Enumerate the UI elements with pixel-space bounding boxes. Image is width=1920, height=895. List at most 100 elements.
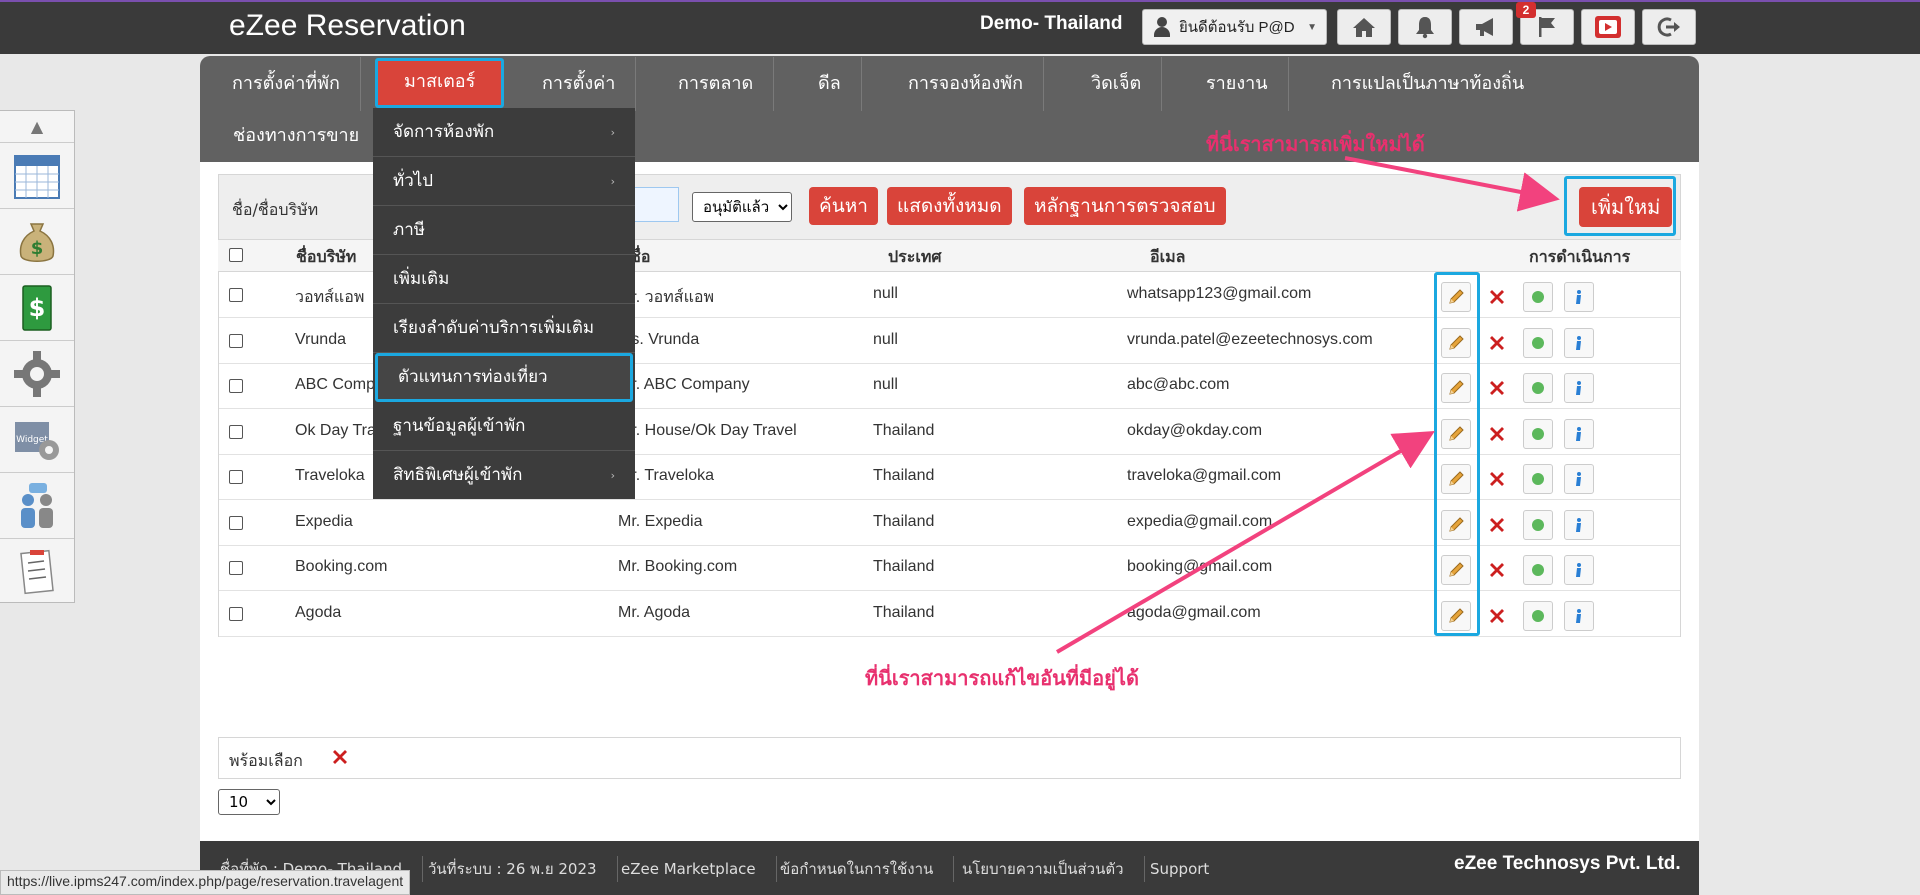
delete-button[interactable] (1482, 282, 1512, 312)
info-button[interactable] (1564, 373, 1594, 403)
menu-travel-agent[interactable]: ตัวแทนการท่องเที่ยว (375, 353, 633, 402)
sidebar-users[interactable] (0, 473, 74, 539)
bulk-action-bar (218, 737, 1681, 779)
status-select[interactable]: อนุมัติแล้ว (692, 192, 792, 222)
nav-booking[interactable]: การจองห้องพัก (888, 57, 1045, 111)
status-button[interactable] (1523, 419, 1553, 449)
menu-room-management[interactable]: จัดการห้องพัก › (373, 108, 635, 157)
header-actions: การดำเนินการ (1529, 247, 1631, 266)
youtube-button[interactable] (1581, 9, 1635, 45)
info-button[interactable] (1564, 464, 1594, 494)
menu-extra-charge-order[interactable]: เรียงลำดับค่าบริการเพิ่มเติม (373, 304, 635, 353)
delete-button[interactable] (1482, 555, 1512, 585)
status-button[interactable] (1523, 328, 1553, 358)
cell-company: Agoda (295, 604, 342, 621)
notifications-button[interactable] (1398, 9, 1452, 45)
user-menu[interactable]: ยินดีต้อนรับ P@D ▼ (1142, 9, 1327, 45)
menu-general[interactable]: ทั่วไป › (373, 157, 635, 206)
menu-guest-database[interactable]: ฐานข้อมูลผู้เข้าพัก (373, 402, 635, 451)
delete-button[interactable] (1482, 510, 1512, 540)
master-dropdown-menu: จัดการห้องพัก › ทั่วไป › ภาษี เพิ่มเติม เร… (373, 108, 635, 499)
info-button[interactable] (1564, 601, 1594, 631)
select-all-checkbox[interactable] (229, 248, 243, 262)
delete-button[interactable] (1482, 419, 1512, 449)
page-size-select[interactable]: 10 (218, 789, 280, 815)
delete-button[interactable] (1482, 601, 1512, 631)
nav-settings[interactable]: การตั้งค่า (522, 57, 637, 111)
delete-button[interactable] (1482, 464, 1512, 494)
sidebar-settings[interactable] (0, 341, 74, 407)
nav-widget[interactable]: วิดเจ็ต (1071, 57, 1163, 111)
menu-guest-privileges[interactable]: สิทธิพิเศษผู้เข้าพัก › (373, 451, 635, 500)
search-label: ชื่อ/ชื่อบริษัท (232, 200, 319, 219)
status-dot-icon (1532, 564, 1544, 576)
sidebar-cash[interactable]: $ (0, 209, 74, 275)
info-icon (1576, 336, 1581, 350)
footer-privacy-link[interactable]: นโยบายความเป็นส่วนตัว (942, 856, 1145, 882)
search-button[interactable]: ค้นหา (809, 187, 878, 225)
scroll-up-button[interactable]: ▲ (0, 111, 74, 143)
row-checkbox[interactable] (229, 334, 243, 348)
delete-icon (1490, 609, 1504, 623)
info-button[interactable] (1564, 510, 1594, 540)
delete-button[interactable] (1482, 328, 1512, 358)
annotation-add-new: ที่นี่เราสามารถเพิ่มใหม่ได้ (1206, 132, 1425, 156)
add-new-button[interactable]: เพิ่มใหม่ (1579, 187, 1673, 227)
home-button[interactable] (1337, 9, 1391, 45)
youtube-icon (1595, 16, 1621, 38)
cell-email: expedia@gmail.com (1127, 513, 1273, 530)
nav-localization[interactable]: การแปลเป็นภาษาท้องถิ่น (1311, 57, 1544, 111)
row-checkbox[interactable] (229, 288, 243, 302)
row-checkbox[interactable] (229, 607, 243, 621)
info-icon (1576, 472, 1581, 486)
delete-icon (1490, 472, 1504, 486)
status-button[interactable] (1523, 373, 1553, 403)
menu-extras[interactable]: เพิ่มเติม (373, 255, 635, 304)
notification-badge: 2 (1516, 2, 1536, 18)
status-button[interactable] (1523, 464, 1553, 494)
info-icon (1576, 563, 1581, 577)
logout-button[interactable] (1642, 9, 1696, 45)
show-all-button[interactable]: แสดงทั้งหมด (887, 187, 1012, 225)
info-button[interactable] (1564, 555, 1594, 585)
status-button[interactable] (1523, 555, 1553, 585)
info-button[interactable] (1564, 328, 1594, 358)
announcements-button[interactable] (1459, 9, 1513, 45)
nav-property-settings[interactable]: การตั้งค่าที่พัก (212, 57, 361, 111)
header-email: อีเมล (1150, 247, 1186, 266)
nav-master[interactable]: มาสเตอร์ (375, 58, 505, 108)
edit-column-highlight (1434, 272, 1480, 636)
sidebar-notes[interactable] (0, 539, 74, 605)
gear-icon (14, 350, 60, 397)
status-button[interactable] (1523, 282, 1553, 312)
info-button[interactable] (1564, 282, 1594, 312)
row-checkbox[interactable] (229, 516, 243, 530)
quick-sidebar: ▲ $ $ Widget (0, 110, 75, 603)
sidebar-billing[interactable]: $ (0, 275, 74, 341)
footer-terms-link[interactable]: ข้อกำหนดในการใช้งาน (760, 856, 955, 882)
row-checkbox[interactable] (229, 561, 243, 575)
cell-company: Expedia (295, 513, 353, 530)
cell-name: Mr. Booking.com (618, 558, 738, 575)
cell-email: traveloka@gmail.com (1127, 467, 1282, 484)
menu-tax[interactable]: ภาษี (373, 206, 635, 255)
footer-support-link[interactable]: Support (1130, 856, 1229, 882)
status-button[interactable] (1523, 601, 1553, 631)
status-button[interactable] (1523, 510, 1553, 540)
sidebar-calendar[interactable] (0, 143, 74, 209)
nav-sales-channel[interactable]: ช่องทางการขาย (233, 120, 359, 149)
footer-marketplace-link[interactable]: eZee Marketplace (601, 856, 777, 882)
row-checkbox[interactable] (229, 379, 243, 393)
sidebar-widget[interactable]: Widget (0, 407, 74, 473)
cell-country: Thailand (873, 558, 935, 575)
nav-marketing[interactable]: การตลาด (658, 57, 775, 111)
nav-deals[interactable]: ดีล (798, 57, 862, 111)
audit-trail-button[interactable]: หลักฐานการตรวจสอบ (1024, 187, 1226, 225)
row-checkbox[interactable] (229, 425, 243, 439)
row-checkbox[interactable] (229, 470, 243, 484)
delete-button[interactable] (1482, 373, 1512, 403)
chevron-down-icon: ▼ (1307, 21, 1317, 33)
bulk-delete-icon[interactable] (330, 747, 350, 767)
info-button[interactable] (1564, 419, 1594, 449)
nav-reports[interactable]: รายงาน (1186, 57, 1289, 111)
